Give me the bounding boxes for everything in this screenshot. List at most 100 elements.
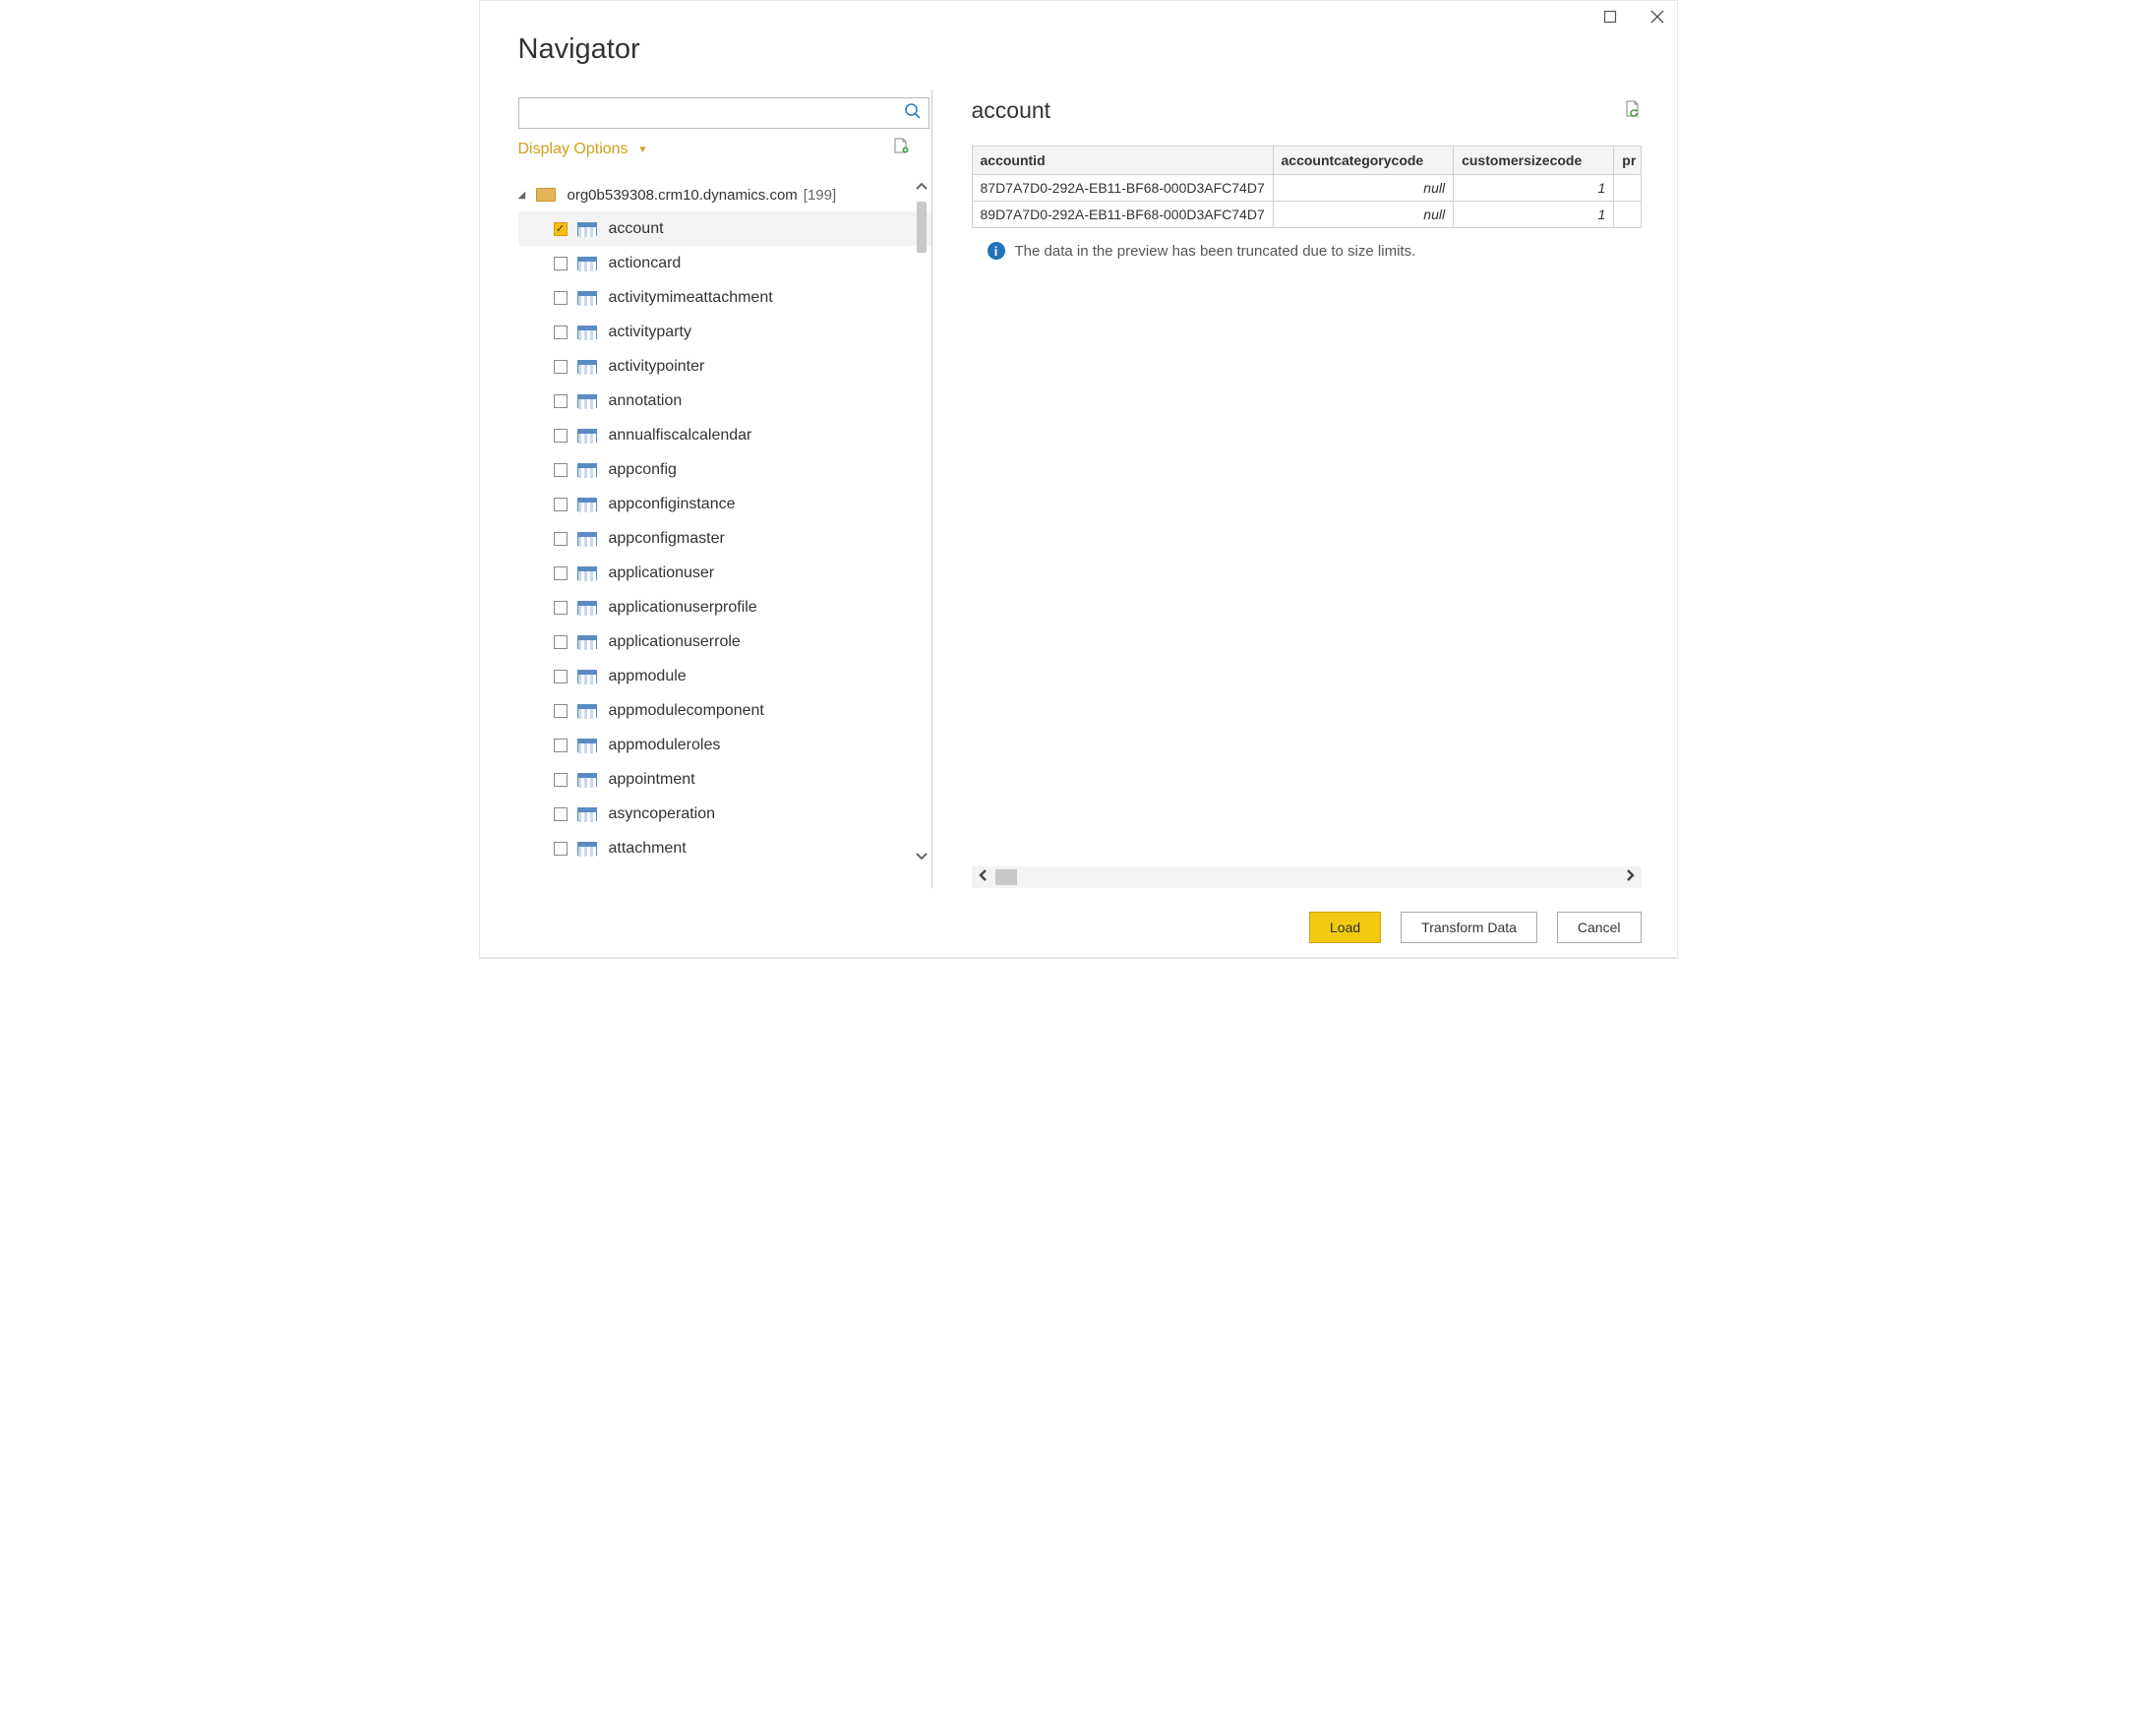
tree-item[interactable]: appmodule [518,659,931,693]
checkbox[interactable] [554,360,568,374]
tree-item[interactable]: appconfiginstance [518,487,931,521]
checkbox[interactable] [554,291,568,305]
load-button[interactable]: Load [1309,912,1381,943]
hscroll-track[interactable] [995,866,1618,888]
tree-item[interactable]: annualfiscalcalendar [518,418,931,452]
checkbox[interactable] [554,326,568,339]
tree-item-label: activitypointer [609,358,705,376]
tree-item[interactable]: attachment [518,831,931,865]
hscroll-thumb[interactable] [995,869,1017,885]
tree-item[interactable]: appmodulecomponent [518,693,931,728]
checkbox[interactable] [554,394,568,408]
tree-item[interactable]: appconfigmaster [518,521,931,556]
close-button[interactable] [1647,10,1667,28]
tree-item[interactable]: applicationuserprofile [518,590,931,624]
table-icon [577,635,597,649]
display-options-label: Display Options [518,141,629,158]
table-icon [577,566,597,580]
table-icon [577,326,597,339]
scroll-left-button[interactable] [972,866,995,888]
checkbox[interactable] [554,532,568,546]
scroll-up-button[interactable] [912,178,931,198]
checkbox[interactable] [554,670,568,683]
tree-item-label: annotation [609,392,683,410]
expand-collapse-icon[interactable]: ◢ [518,190,530,201]
chevron-right-icon [1624,868,1636,887]
checkbox[interactable] [554,842,568,856]
search-icon[interactable] [904,102,922,125]
tree-item[interactable]: actioncard [518,246,931,280]
checkbox[interactable] [554,566,568,580]
tree-item-label: asyncoperation [609,805,716,823]
column-header[interactable]: accountid [972,147,1273,175]
table-icon [577,257,597,270]
table-row[interactable]: 87D7A7D0-292A-EB11-BF68-000D3AFC74D7null… [972,175,1641,202]
tree-item[interactable]: appmoduleroles [518,728,931,762]
checkbox[interactable] [554,429,568,443]
tree-item-label: appointment [609,771,695,789]
checkbox[interactable] [554,704,568,718]
tree-item-label: account [609,220,664,238]
table-icon [577,429,597,443]
scroll-thumb[interactable] [917,202,927,253]
preview-horizontal-scrollbar[interactable] [972,866,1642,888]
tree-item-label: appconfigmaster [609,530,725,548]
checkbox[interactable] [554,498,568,511]
preview-table: accountid accountcategorycode customersi… [972,146,1642,228]
checkbox[interactable] [554,635,568,649]
table-icon [577,807,597,821]
tree-item-label: annualfiscalcalendar [609,427,752,445]
table-icon [577,360,597,374]
table-icon [577,670,597,683]
tree-item[interactable]: activityparty [518,315,931,349]
checkbox[interactable] [554,773,568,787]
tree-item[interactable]: activitymimeattachment [518,280,931,315]
tree-root[interactable]: ◢ org0b539308.crm10.dynamics.com [199] [518,178,931,211]
table-row[interactable]: 89D7A7D0-292A-EB11-BF68-000D3AFC74D7null… [972,202,1641,228]
column-header[interactable]: accountcategorycode [1273,147,1454,175]
display-options-dropdown[interactable]: Display Options ▼ [518,141,931,158]
info-icon: i [988,242,1005,260]
checkbox[interactable] [554,601,568,615]
checkbox[interactable]: ✓ [554,222,568,236]
table-icon [577,394,597,408]
tree-item-label: applicationuserprofile [609,599,757,617]
tree-vertical-scrollbar[interactable] [912,178,931,866]
preview-title: account [972,97,1051,124]
checkbox[interactable] [554,257,568,270]
checkbox[interactable] [554,463,568,477]
cell-accountid: 87D7A7D0-292A-EB11-BF68-000D3AFC74D7 [972,175,1273,202]
table-icon [577,463,597,477]
cancel-button[interactable]: Cancel [1557,912,1642,943]
truncation-text: The data in the preview has been truncat… [1015,243,1416,260]
refresh-preview-icon[interactable] [1624,99,1642,123]
close-icon [1650,10,1664,29]
checkbox[interactable] [554,739,568,752]
tree-item[interactable]: appointment [518,762,931,797]
tree-item[interactable]: annotation [518,384,931,418]
cell-accountcategorycode: null [1273,175,1454,202]
table-icon [577,222,597,236]
tree-item[interactable]: ✓ account [518,211,931,246]
column-header[interactable]: customersizecode [1454,147,1614,175]
tree-item[interactable]: asyncoperation [518,797,931,831]
cell-clipped [1614,202,1641,228]
tree-item[interactable]: applicationuserrole [518,624,931,659]
square-icon [1603,10,1617,29]
cell-accountid: 89D7A7D0-292A-EB11-BF68-000D3AFC74D7 [972,202,1273,228]
checkbox[interactable] [554,807,568,821]
tree-item[interactable]: appconfig [518,452,931,487]
tree-item[interactable]: applicationuser [518,556,931,590]
tree-item[interactable]: activitypointer [518,349,931,384]
tree-item-label: applicationuser [609,564,715,582]
scroll-right-button[interactable] [1618,866,1642,888]
table-icon [577,739,597,752]
column-header-clipped[interactable]: pr [1614,147,1641,175]
maximize-button[interactable] [1600,10,1620,28]
scroll-down-button[interactable] [912,847,931,866]
chevron-left-icon [978,868,989,887]
search-input[interactable] [518,97,929,129]
transform-data-button[interactable]: Transform Data [1401,912,1537,943]
tree-root-label: org0b539308.crm10.dynamics.com [568,187,798,204]
select-related-tables-icon[interactable] [892,137,910,159]
